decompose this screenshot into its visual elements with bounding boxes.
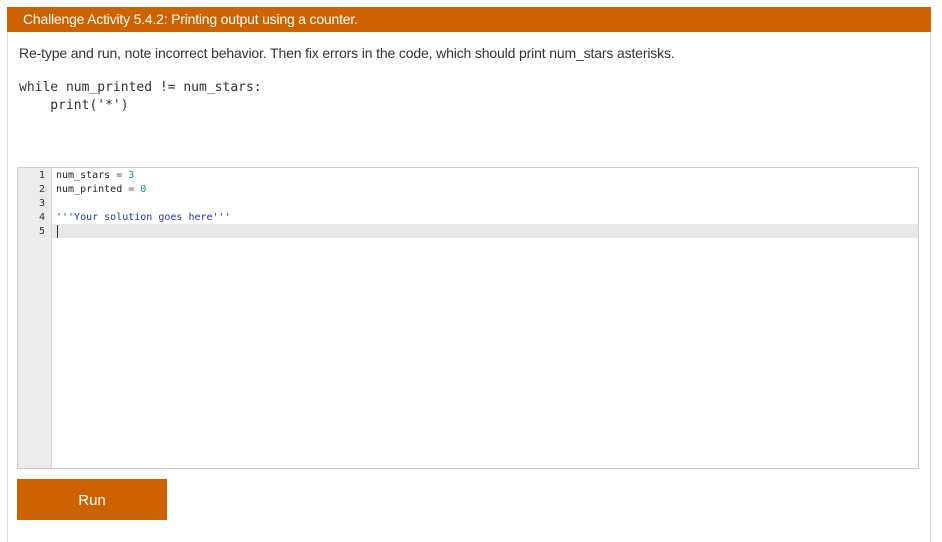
code-operator: = (110, 170, 129, 181)
editor-line[interactable]: 2 num_printed = 0 (18, 183, 918, 197)
editor-line[interactable]: 4 '''Your solution goes here''' (18, 211, 918, 225)
code-sample-line-1: while num_printed != num_stars: (19, 80, 262, 95)
line-number: 5 (38, 226, 45, 237)
code-identifier: num_stars (56, 170, 111, 181)
code-sample: while num_printed != num_stars: print('*… (19, 79, 262, 115)
code-number: 0 (140, 184, 147, 195)
line-number: 1 (38, 170, 45, 181)
code-identifier: num_printed (56, 184, 123, 195)
line-number: 3 (38, 198, 45, 209)
code-sample-line-2: print('*') (19, 98, 129, 113)
run-button[interactable]: Run (17, 479, 167, 520)
line-number: 2 (38, 184, 45, 195)
code-number: 3 (128, 170, 135, 181)
code-operator: = (122, 184, 141, 195)
line-number: 4 (38, 212, 45, 223)
editor-line[interactable]: 5 (18, 225, 918, 239)
code-editor[interactable]: 1 num_stars = 3 2 num_printed = 0 3 4 ''… (17, 167, 919, 469)
activity-header: Challenge Activity 5.4.2: Printing outpu… (7, 7, 931, 32)
editor-line[interactable]: 1 num_stars = 3 (18, 169, 918, 183)
line-code[interactable]: '''Your solution goes here''' (56, 211, 231, 225)
text-cursor (57, 225, 58, 238)
editor-line[interactable]: 3 (18, 197, 918, 211)
line-code[interactable]: num_printed = 0 (56, 183, 146, 197)
line-code[interactable]: num_stars = 3 (56, 169, 134, 183)
activity-title: Challenge Activity 5.4.2: Printing outpu… (23, 11, 358, 27)
instructions-text: Re-type and run, note incorrect behavior… (19, 45, 675, 61)
